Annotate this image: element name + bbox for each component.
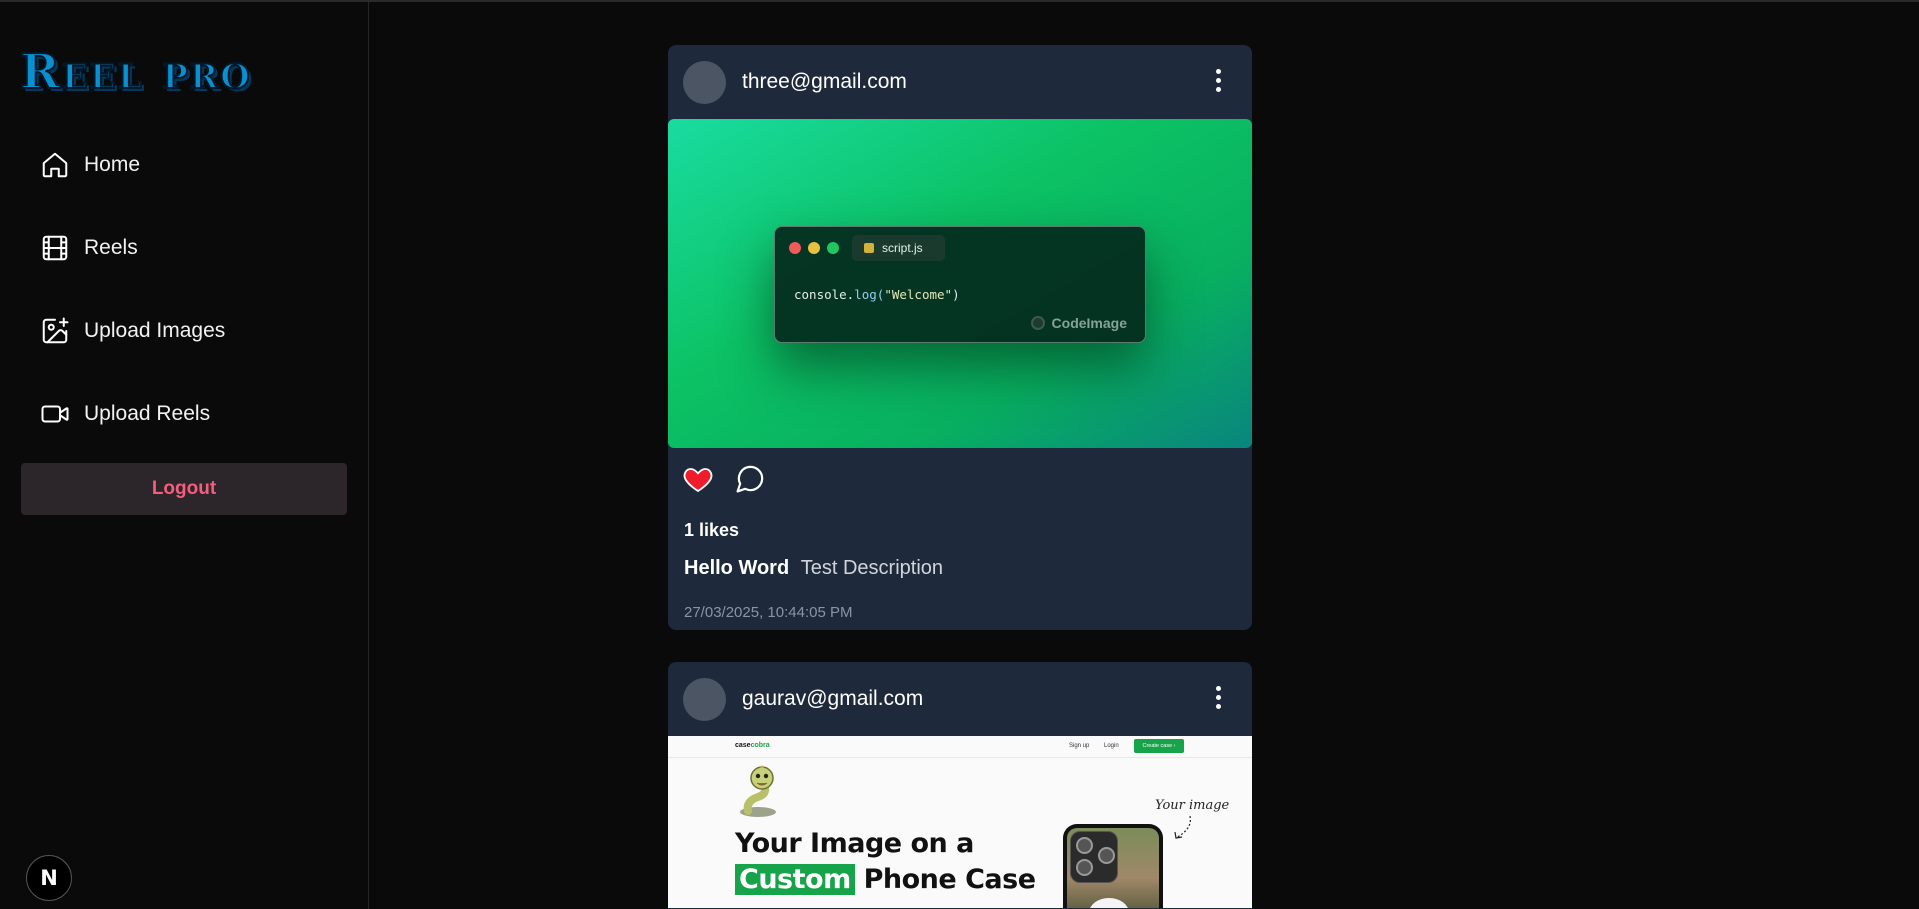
hero-headline-line-1: Your Image on a <box>735 828 974 859</box>
file-tab-label: script.js <box>882 241 923 255</box>
site-logo-part-b: cobra <box>750 742 770 749</box>
sidebar-item-upload-images[interactable]: Upload Images <box>40 309 225 353</box>
post-image[interactable]: casecobra Sign up Login Create case › Yo… <box>668 736 1252 908</box>
app-logo[interactable]: Reel pro <box>19 43 252 101</box>
post-description: Test Description <box>800 557 944 579</box>
file-tab: script.js <box>852 235 945 261</box>
curved-arrow-icon <box>1174 815 1191 839</box>
post-header: gaurav@gmail.com <box>668 662 1252 736</box>
post-username[interactable]: gaurav@gmail.com <box>742 687 923 711</box>
post-username[interactable]: three@gmail.com <box>742 70 907 94</box>
codeimage-logo-icon <box>1030 316 1045 330</box>
nextjs-devtools-badge[interactable]: N <box>26 855 72 901</box>
hero-headline-line-2: Phone Case <box>863 864 1036 895</box>
site-nav-cta: Create case › <box>1134 739 1184 753</box>
sidebar-item-label: Home <box>84 153 141 176</box>
code-line: console.log("Welcome") <box>794 287 960 302</box>
close-dot <box>789 242 801 254</box>
heart-filled-icon[interactable] <box>682 463 714 495</box>
phone-photo <box>1067 828 1159 908</box>
code-window: script.js console.log("Welcome") CodeIma… <box>774 226 1146 343</box>
panda-photo <box>1089 898 1129 908</box>
sidebar-item-reels[interactable]: Reels <box>40 226 138 270</box>
logout-button[interactable]: Logout <box>21 463 347 515</box>
minimize-dot <box>808 242 820 254</box>
post-image[interactable]: script.js console.log("Welcome") CodeIma… <box>668 119 1252 448</box>
camera-module <box>1070 831 1118 883</box>
site-nav-login: Login <box>1104 743 1119 749</box>
post-card: three@gmail.com script.js console.log("W… <box>668 45 1252 630</box>
site-logo-part-a: case <box>735 742 751 749</box>
more-options-icon[interactable] <box>1214 686 1222 712</box>
hero-highlight: Custom <box>735 864 855 895</box>
code-end: ) <box>952 287 960 302</box>
sidebar-item-label: Reels <box>84 236 138 259</box>
post-caption: Hello Word Test Description <box>684 557 943 580</box>
post-footer: 1 likes Hello Word Test Description 27/0… <box>668 448 1252 630</box>
more-options-icon[interactable] <box>1214 69 1222 95</box>
code-function: log( <box>854 287 885 302</box>
likes-count: 1 likes <box>684 520 740 540</box>
post-timestamp: 27/03/2025, 10:44:05 PM <box>684 604 853 621</box>
site-nav-cta-label: Create case <box>1142 743 1173 749</box>
snake-mascot-icon <box>740 765 776 817</box>
codeimage-brand: CodeImage <box>1030 315 1127 331</box>
sidebar-item-home[interactable]: Home <box>40 143 140 187</box>
avatar[interactable] <box>683 60 726 104</box>
code-string: "Welcome" <box>884 287 953 302</box>
maximize-dot <box>827 242 839 254</box>
sidebar-item-label: Upload Reels <box>84 402 211 425</box>
site-nav-signup: Sign up <box>1069 743 1090 749</box>
your-image-annotation: Your image <box>1155 798 1230 813</box>
phone-case-mockup <box>1063 824 1163 908</box>
video-icon <box>41 405 69 423</box>
nextjs-logo-icon: N <box>40 866 58 890</box>
comment-icon[interactable] <box>735 463 766 494</box>
sidebar-item-upload-reels[interactable]: Upload Reels <box>40 392 210 436</box>
image-plus-icon <box>42 317 69 344</box>
site-logo: casecobra <box>735 742 770 749</box>
hero-headline: Your Image on a Custom Phone Case <box>735 826 1036 898</box>
post-card: gaurav@gmail.com casecobra Sign up Login… <box>668 662 1252 909</box>
post-title: Hello Word <box>684 557 790 579</box>
home-icon <box>42 152 68 178</box>
post-header: three@gmail.com <box>668 45 1252 119</box>
sidebar: Reel pro Home Reels Upload Images Upload… <box>0 2 369 909</box>
sidebar-item-label: Upload Images <box>84 319 226 342</box>
site-nav: casecobra Sign up Login Create case › <box>668 736 1252 758</box>
film-icon <box>42 235 68 261</box>
avatar[interactable] <box>683 677 726 721</box>
code-object: console. <box>794 287 855 302</box>
js-file-icon <box>864 243 874 253</box>
brand-label: CodeImage <box>1051 315 1127 331</box>
